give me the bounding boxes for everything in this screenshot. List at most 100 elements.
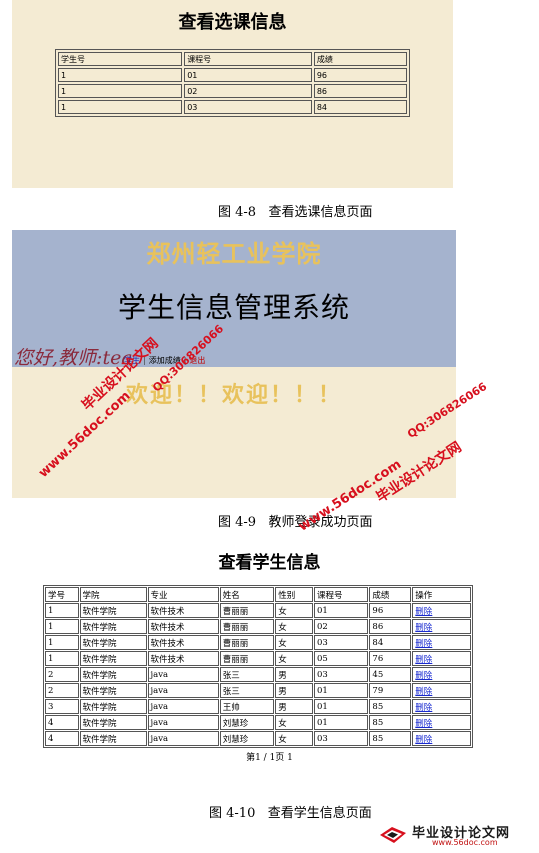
school-name: 郑州轻工业学院 [146,239,322,268]
cell: 软件学院 [79,651,147,666]
cell: 王帅 [219,699,275,714]
cell: 2 [45,683,79,698]
cell: 76 [369,651,412,666]
logo-url: www.56doc.com [432,838,498,847]
cell: 曹丽丽 [219,651,275,666]
cell: 软件学院 [79,619,147,634]
cell: 1 [58,68,183,82]
figure-caption-4-9: 图 4-9 教师登录成功页面 [218,515,373,530]
cell: 女 [275,603,313,618]
cell: 1 [45,619,79,634]
header-student-id: 学号 [45,587,79,602]
table-row: 2 软件学院 java 张三男 01 79 删除 [45,683,471,698]
cell: 软件技术 [147,651,219,666]
cell: 曹丽丽 [219,603,275,618]
header-score: 成绩 [369,587,412,602]
cell: 85 [369,699,412,714]
delete-link[interactable]: 删除 [412,603,471,618]
header-score: 成绩 [313,52,407,66]
cell: 1 [58,100,183,114]
teacher-login-screenshot: 郑州轻工业学院 学生信息管理系统 您好,教师:tea 学生 | 添加成绩 | 退出 欢迎… [12,230,456,498]
cell: 1 [58,84,183,98]
cell: 03 [313,667,369,682]
cell: 02 [313,619,369,634]
delete-link[interactable]: 删除 [412,619,471,634]
delete-link[interactable]: 删除 [412,683,471,698]
cell: 张三 [219,683,275,698]
cell: 01 [313,683,369,698]
cell: 85 [369,731,412,746]
cell: 软件学院 [79,667,147,682]
cell: 4 [45,731,79,746]
table-row: 3 软件学院 java 王帅男 01 85 删除 [45,699,471,714]
table-header-row: 学生号 课程号 成绩 [58,52,407,66]
cell: java [147,699,219,714]
cell: 05 [313,651,369,666]
cell: 女 [275,619,313,634]
table-row: 1 软件学院 软件技术 曹丽丽女 02 86 删除 [45,619,471,634]
cell: 男 [275,683,313,698]
cell: 1 [45,635,79,650]
cell: 4 [45,715,79,730]
cell: 软件学院 [79,635,147,650]
header-student-id: 学生号 [58,52,183,66]
cell: 男 [275,667,313,682]
delete-link[interactable]: 删除 [412,699,471,714]
cell: 女 [275,715,313,730]
cell: 84 [369,635,412,650]
cell: 1 [45,651,79,666]
cell: 女 [275,731,313,746]
logo-emblem-icon [380,827,406,843]
delete-link[interactable]: 删除 [412,731,471,746]
system-title: 学生信息管理系统 [117,291,350,324]
header-major: 专业 [147,587,219,602]
cell: 张三 [219,667,275,682]
table-row: 1 01 96 [58,68,407,82]
cell: 84 [313,100,407,114]
cell: 01 [184,68,312,82]
cell: 男 [275,699,313,714]
cell: java [147,731,219,746]
cell: 45 [369,667,412,682]
table-header-row: 学号 学院 专业 姓名 性别 课程号 成绩 操作 [45,587,471,602]
cell: 软件学院 [79,731,147,746]
cell: 03 [313,731,369,746]
delete-link[interactable]: 删除 [412,651,471,666]
header-name: 姓名 [219,587,275,602]
cell: 01 [313,699,369,714]
cell: 79 [369,683,412,698]
delete-link[interactable]: 删除 [412,667,471,682]
header-action: 操作 [412,587,471,602]
cell: 刘慧珍 [219,715,275,730]
figure-caption-4-8: 图 4-8 查看选课信息页面 [218,205,373,220]
cell: 96 [313,68,407,82]
cell: 女 [275,635,313,650]
cell: 软件学院 [79,699,147,714]
cell: 软件学院 [79,683,147,698]
cell: 软件学院 [79,603,147,618]
cell: 曹丽丽 [219,635,275,650]
cell: 86 [369,619,412,634]
cell: java [147,715,219,730]
cell: 03 [184,100,312,114]
table-row: 1 02 86 [58,84,407,98]
cell: 1 [45,603,79,618]
cell: java [147,667,219,682]
delete-link[interactable]: 删除 [412,715,471,730]
table-row: 4 软件学院 java 刘慧珍女 03 85 删除 [45,731,471,746]
welcome-message: 欢迎！！欢迎！！！ [125,382,342,408]
student-info-table: 学号 学院 专业 姓名 性别 课程号 成绩 操作 1 软件学院 软件技术 曹丽丽女 01… [43,585,473,748]
cell: 软件学院 [79,715,147,730]
table-row: 2 软件学院 java 张三男 03 45 删除 [45,667,471,682]
site-logo: 毕业设计论文网 www.56doc.com [378,820,536,850]
cell: 软件技术 [147,619,219,634]
cell: 03 [313,635,369,650]
table-row: 4 软件学院 java 刘慧珍女 01 85 删除 [45,715,471,730]
delete-link[interactable]: 删除 [412,635,471,650]
cell: java [147,683,219,698]
cell: 01 [313,603,369,618]
cell: 85 [369,715,412,730]
table-row: 1 软件学院 软件技术 曹丽丽女 01 96 删除 [45,603,471,618]
table-row: 1 03 84 [58,100,407,114]
pagination-text: 第1 / 1页 1 [246,753,293,763]
